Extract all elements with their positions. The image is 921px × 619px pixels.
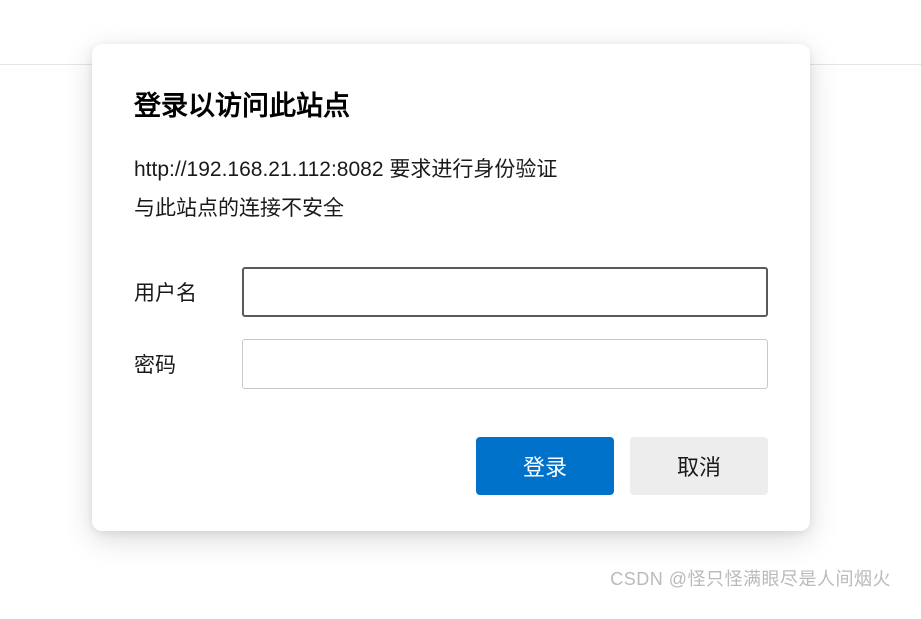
username-input[interactable]: [242, 267, 768, 317]
password-row: 密码: [134, 339, 768, 389]
dialog-title: 登录以访问此站点: [134, 84, 768, 123]
password-input[interactable]: [242, 339, 768, 389]
login-button[interactable]: 登录: [476, 437, 614, 495]
auth-dialog: 登录以访问此站点 http://192.168.21.112:8082 要求进行…: [92, 44, 810, 531]
password-label: 密码: [134, 349, 242, 379]
dialog-message-line2: 与此站点的连接不安全: [134, 190, 768, 229]
username-row: 用户名: [134, 267, 768, 317]
button-row: 登录 取消: [134, 437, 768, 495]
cancel-button[interactable]: 取消: [630, 437, 768, 495]
dialog-message-line1: http://192.168.21.112:8082 要求进行身份验证: [134, 151, 768, 190]
username-label: 用户名: [134, 277, 242, 307]
watermark: CSDN @怪只怪满眼尽是人间烟火: [610, 565, 891, 591]
dialog-message: http://192.168.21.112:8082 要求进行身份验证 与此站点…: [134, 151, 768, 229]
